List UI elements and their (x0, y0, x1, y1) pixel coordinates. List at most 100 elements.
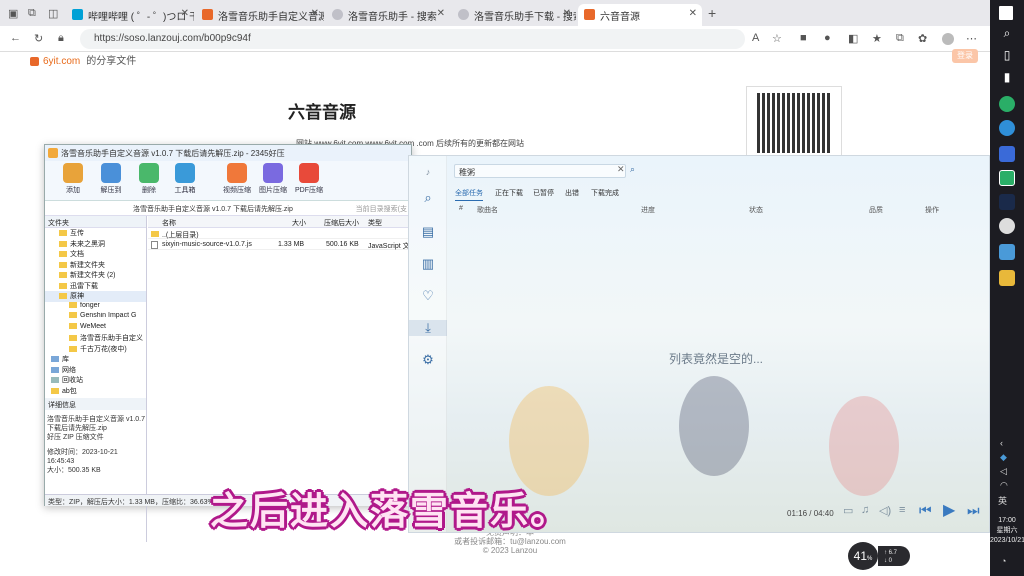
wifi-icon[interactable]: ◠ (1000, 480, 1008, 491)
edge-icon[interactable] (999, 120, 1015, 136)
play-button[interactable]: ▶ (943, 500, 955, 520)
playlist-icon[interactable]: ≡ (899, 504, 905, 516)
search-icon[interactable]: ⌕ (630, 164, 635, 175)
collections-icon[interactable]: ⧉ (896, 32, 904, 45)
notification-icon[interactable]: ◔ (1001, 556, 1006, 566)
tab-search-1[interactable]: 洛雪音乐助手 - 搜索 ✕ (326, 4, 450, 26)
extension-icon[interactable]: ■ (800, 32, 807, 44)
search-icon[interactable]: ⌕ (999, 26, 1015, 42)
download-icon[interactable]: ⤓ (409, 320, 447, 336)
previous-track-button[interactable]: ⏮ (919, 502, 932, 519)
read-aloud-icon[interactable]: A (752, 32, 759, 44)
table-row[interactable]: sixyin-music-source-v1.0.7.js 1.33 MB 50… (148, 239, 417, 250)
chevron-up-icon[interactable]: ‹ (1000, 438, 1003, 448)
volume-icon[interactable]: ◁ (1000, 466, 1007, 477)
next-track-button[interactable]: ⏭ (967, 502, 980, 519)
system-clock[interactable]: 17:00 星期六 2023/10/21 (990, 516, 1024, 546)
archive-search-input[interactable]: 当前目录搜索(支 (356, 204, 407, 214)
table-row[interactable]: ..(上层目录) (148, 228, 412, 239)
favorite-icon[interactable]: ☆ (772, 32, 782, 45)
heart-icon[interactable]: ♡ (420, 288, 436, 304)
split-screen-icon[interactable]: ◧ (848, 32, 858, 45)
file-explorer-icon[interactable] (999, 270, 1015, 286)
input-method-indicator[interactable]: 英 (998, 494, 1007, 507)
new-tab-button[interactable]: + (708, 5, 716, 21)
tree-item[interactable]: fonger (45, 302, 146, 313)
performance-meter[interactable]: 41% (848, 542, 878, 570)
extension-icon[interactable]: ● (824, 32, 831, 44)
tree-item[interactable]: ab包 (45, 386, 146, 397)
clear-icon[interactable]: ✕ (617, 164, 625, 175)
more-icon[interactable]: ⋯ (966, 32, 977, 45)
widgets-icon[interactable]: ▮ (999, 70, 1015, 86)
close-icon[interactable]: ✕ (311, 8, 319, 19)
tab-completed[interactable]: 下载完成 (591, 188, 619, 198)
tree-item[interactable]: 未来之黑洞 (45, 239, 146, 250)
haozip-icon[interactable] (999, 170, 1015, 186)
pdf-compress-button[interactable]: PDF压缩 (293, 163, 325, 195)
windows-start-icon[interactable] (999, 6, 1013, 20)
close-icon[interactable]: ✕ (689, 8, 697, 19)
app-icon[interactable] (999, 146, 1015, 162)
site-logo[interactable]: 6yit.com 的分享文件 (30, 52, 136, 67)
back-icon[interactable]: ← (10, 32, 21, 44)
vertical-tabs-icon[interactable]: ◫ (48, 7, 58, 20)
search-input[interactable]: 稚粥 (454, 164, 626, 178)
chart-icon[interactable]: ▥ (420, 256, 436, 272)
tab-paused[interactable]: 已暂停 (533, 188, 554, 198)
profile-avatar[interactable] (942, 33, 954, 45)
workspaces-icon[interactable]: ▣ (8, 7, 18, 20)
close-icon[interactable]: ✕ (437, 8, 445, 19)
steam-icon[interactable] (999, 194, 1015, 210)
tab-search-2[interactable]: 洛雪音乐助手下载 - 搜索 ✕ (452, 4, 576, 26)
tab-all-tasks[interactable]: 全部任务 (455, 188, 483, 201)
tree-item[interactable]: 千古万花(夜中) (45, 344, 146, 355)
tree-item[interactable]: 迅雷下载 (45, 281, 146, 292)
toolbox-button[interactable]: 工具箱 (169, 163, 201, 195)
shield-icon[interactable]: ◆ (1000, 452, 1007, 463)
login-button[interactable]: 登录 (952, 49, 978, 63)
tree-item[interactable]: 库 (45, 354, 146, 365)
tab-liuyin[interactable]: 六音音源 ✕ (578, 4, 702, 26)
extensions-icon[interactable]: ✿ (918, 32, 927, 45)
tree-item[interactable]: 互传 (45, 228, 146, 239)
column-size[interactable]: 大小 (292, 218, 306, 228)
delete-button[interactable]: 删除 (133, 163, 165, 195)
tab-error[interactable]: 出错 (565, 188, 579, 198)
song-list-icon[interactable]: ▤ (420, 224, 436, 240)
music-app-icon[interactable] (999, 244, 1015, 260)
tab-bilibili[interactable]: 哔哩哔哩 ( ゜- ゜)つロ 干杯~-bilib ✕ (66, 4, 194, 26)
tab-downloading[interactable]: 正在下载 (495, 188, 523, 198)
tree-item[interactable]: 洛雪音乐助手自定义 (45, 333, 146, 344)
tree-item[interactable]: 新建文件夹 (2) (45, 270, 146, 281)
comment-icon[interactable]: ▭ (843, 504, 853, 517)
task-view-icon[interactable]: ▯ (999, 48, 1015, 64)
add-button[interactable]: 添加 (57, 163, 89, 195)
app-icon[interactable] (999, 218, 1015, 234)
close-icon[interactable]: ✕ (563, 8, 571, 19)
extract-button[interactable]: 解压到 (95, 163, 127, 195)
tree-item[interactable]: 文档 (45, 249, 146, 260)
url-field[interactable]: https://sosо.lanzouj.com/b00p9c94f (80, 29, 745, 49)
tab-actions-icon[interactable]: ⧉ (28, 7, 36, 20)
wechat-icon[interactable] (999, 96, 1015, 112)
archive-path[interactable]: 洛雪音乐助手自定义音源 v1.0.7 下载后请先解压.zip 当前目录搜索(支 (45, 202, 411, 216)
search-icon[interactable]: ⌕ (420, 190, 436, 206)
tab-source-download[interactable]: 洛雪音乐助手自定义音源 v1.0.7 ✕ (196, 4, 324, 26)
tree-item[interactable]: 原神 (45, 291, 146, 302)
close-icon[interactable]: ✕ (181, 8, 189, 19)
column-type[interactable]: 类型 (368, 218, 382, 228)
favorites-icon[interactable]: ★ (872, 32, 882, 45)
tree-item[interactable]: 回收站 (45, 375, 146, 386)
tree-item[interactable]: 网络 (45, 365, 146, 376)
lyrics-icon[interactable]: ♫ (861, 504, 869, 516)
tree-item[interactable]: Genshin Impact G (45, 312, 146, 323)
settings-icon[interactable]: ⚙ (420, 352, 436, 368)
tree-item[interactable]: WeMeet (45, 323, 146, 334)
column-name[interactable]: 名称 (162, 218, 176, 228)
refresh-icon[interactable]: ↻ (34, 32, 43, 45)
image-compress-button[interactable]: 图片压缩 (257, 163, 289, 195)
volume-icon[interactable]: ◁) (879, 504, 891, 517)
video-compress-button[interactable]: 视频压缩 (221, 163, 253, 195)
column-packed[interactable]: 压缩后大小 (324, 218, 359, 228)
